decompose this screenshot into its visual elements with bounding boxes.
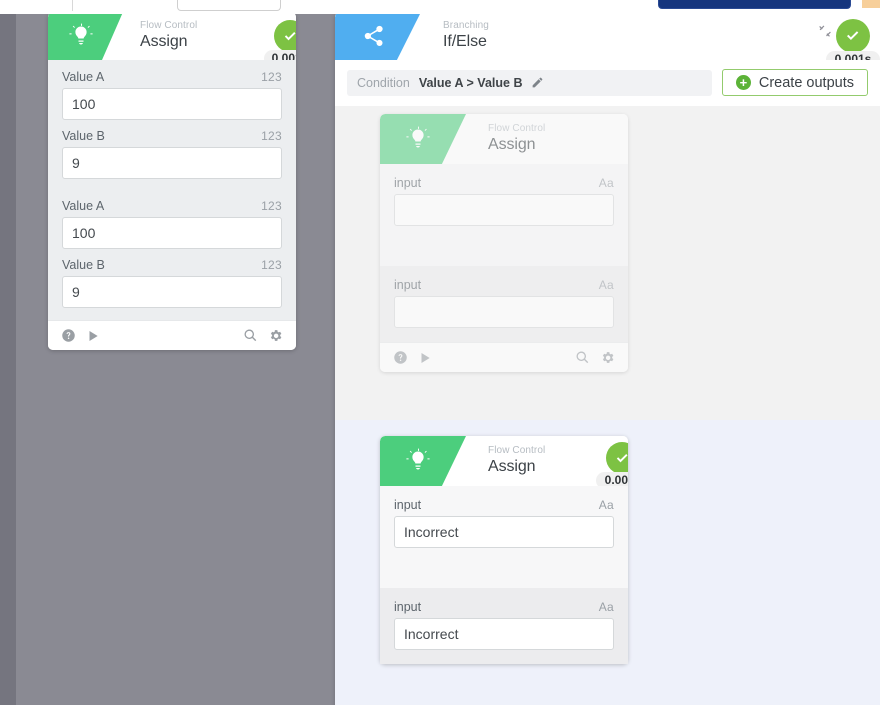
param-label: input — [394, 600, 422, 614]
toolbar-search-input[interactable] — [177, 0, 281, 11]
node-category: Flow Control — [140, 20, 198, 31]
param-row: Value A 123 — [62, 70, 282, 120]
toolbar-orange-chip[interactable] — [862, 0, 880, 8]
node-category: Flow Control — [488, 445, 546, 456]
condition-field[interactable]: Condition Value A > Value B — [347, 69, 712, 96]
status-badge — [836, 19, 870, 53]
app-root: Flow Control Assign 0.001s Value A 123 — [0, 0, 880, 705]
lightbulb-icon — [405, 448, 431, 474]
node-title-block: Branching If/Else — [443, 19, 489, 52]
param-label: Value A — [62, 199, 105, 213]
node-footer — [380, 342, 628, 372]
node-title-block: Flow Control Assign — [488, 444, 545, 477]
node-title-block: Flow Control Assign — [140, 19, 197, 52]
param-row: input Aa — [394, 498, 614, 548]
param-type-indicator: 123 — [261, 199, 282, 213]
param-input-2[interactable] — [394, 296, 614, 328]
param-input-value-b-2[interactable] — [62, 276, 282, 308]
param-row: input Aa — [394, 176, 614, 226]
param-group-1: input Aa — [380, 164, 628, 266]
param-label: Value A — [62, 70, 105, 84]
node-assign-nested-2[interactable]: Flow Control Assign 0.001s — [380, 436, 628, 664]
param-type-indicator: Aa — [598, 600, 614, 614]
param-group-1: Value A 123 Value B 123 — [48, 60, 296, 191]
node-category: Flow Control — [488, 123, 546, 134]
param-label: Value B — [62, 258, 105, 272]
param-input-value-b[interactable] — [62, 147, 282, 179]
search-icon[interactable] — [243, 328, 258, 343]
node-assign-nested-1[interactable]: Flow Control Assign input Aa input Aa — [380, 114, 628, 372]
node-title-block: Flow Control Assign — [488, 122, 545, 155]
timing-badge: 0.001s — [596, 472, 628, 486]
param-type-indicator: 123 — [261, 129, 282, 143]
node-assign-left[interactable]: Flow Control Assign 0.001s Value A 123 — [48, 12, 296, 350]
node-header: Flow Control Assign — [380, 114, 628, 164]
condition-bar: Condition Value A > Value B + Create out… — [335, 60, 880, 106]
create-outputs-label: Create outputs — [758, 74, 854, 91]
param-input-value-a-2[interactable] — [62, 217, 282, 249]
timing-badge: 0.001s — [264, 50, 296, 60]
play-icon[interactable] — [418, 351, 432, 365]
param-label: input — [394, 278, 422, 292]
param-group-2: input Aa — [380, 266, 628, 342]
param-input-1[interactable] — [394, 516, 614, 548]
pencil-icon[interactable] — [531, 76, 544, 89]
help-circle-icon[interactable] — [61, 328, 76, 343]
node-header: Branching If/Else 0.001s — [335, 12, 880, 60]
param-row: input Aa — [394, 278, 614, 328]
condition-label: Condition — [357, 75, 410, 90]
play-icon[interactable] — [86, 329, 100, 343]
lightbulb-icon — [405, 126, 431, 152]
search-icon[interactable] — [575, 350, 590, 365]
node-name: Assign — [488, 136, 536, 153]
param-type-indicator: Aa — [598, 176, 614, 190]
status-badge — [274, 20, 296, 52]
param-type-indicator: 123 — [261, 258, 282, 272]
workflow-canvas[interactable]: Flow Control Assign 0.001s Value A 123 — [0, 12, 880, 705]
param-label: Value B — [62, 129, 105, 143]
param-type-indicator: Aa — [598, 498, 614, 512]
param-row: Value B 123 — [62, 258, 282, 308]
node-footer — [48, 320, 296, 350]
param-type-indicator: Aa — [598, 278, 614, 292]
param-group-2: input Aa — [380, 588, 628, 664]
param-row: Value B 123 — [62, 129, 282, 179]
gear-icon[interactable] — [268, 328, 283, 343]
timing-badge: 0.001s — [826, 51, 880, 60]
param-input-value-a[interactable] — [62, 88, 282, 120]
condition-value: Value A > Value B — [418, 75, 523, 90]
gear-icon[interactable] — [600, 350, 615, 365]
status-badge — [606, 442, 628, 474]
node-name: If/Else — [443, 33, 487, 50]
node-category: Branching — [443, 20, 489, 31]
param-type-indicator: 123 — [261, 70, 282, 84]
collapse-arrows-icon[interactable] — [818, 24, 832, 38]
node-ifelse[interactable]: Branching If/Else 0.001s Condition Value… — [335, 12, 880, 705]
param-label: input — [394, 498, 422, 512]
create-outputs-button[interactable]: + Create outputs — [721, 69, 868, 96]
toolbar-divider — [72, 0, 73, 11]
plus-circle-icon: + — [735, 75, 751, 90]
branch-share-icon — [360, 23, 386, 49]
top-toolbar — [0, 0, 880, 14]
param-input-2[interactable] — [394, 618, 614, 650]
param-row: input Aa — [394, 600, 614, 650]
canvas-left-rail — [0, 14, 16, 705]
param-label: input — [394, 176, 422, 190]
node-header: Flow Control Assign 0.001s — [380, 436, 628, 486]
param-row: Value A 123 — [62, 199, 282, 249]
node-header: Flow Control Assign 0.001s — [48, 12, 296, 60]
node-name: Assign — [488, 458, 536, 475]
param-group-2: Value A 123 Value B 123 — [48, 191, 296, 320]
param-group-1: input Aa — [380, 486, 628, 588]
help-circle-icon[interactable] — [393, 350, 408, 365]
toolbar-primary-button[interactable] — [658, 0, 851, 9]
node-name: Assign — [140, 33, 188, 50]
branch-output-area[interactable]: Flow Control Assign input Aa input Aa Fl… — [335, 106, 880, 705]
lightbulb-icon — [68, 23, 94, 49]
param-input-1[interactable] — [394, 194, 614, 226]
